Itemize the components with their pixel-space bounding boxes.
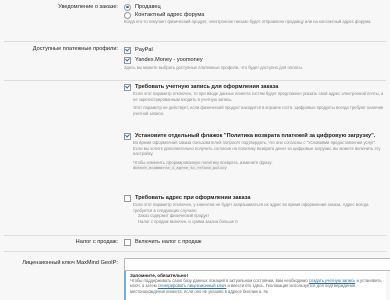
guest-desc-1: Если этот параметр отключен, то при ввод… <box>133 91 384 102</box>
refund-phrase: dbtech_ecommerce_i_agree_to_refund_polic… <box>133 165 227 171</box>
notify-desc: Когда кто-то покупает физический продукт… <box>124 19 372 24</box>
checkbox-paypal[interactable] <box>124 46 131 54</box>
notify-label: Уведомление о заказе: <box>58 4 118 10</box>
checkbox-yandex[interactable] <box>124 56 131 64</box>
checkbox-require-account[interactable] <box>124 83 131 91</box>
checkbox-sales-tax[interactable] <box>124 238 131 246</box>
guest-field: Требовать учетную запись для оформления … <box>124 83 386 116</box>
tax-label: Налог с продаж: <box>75 239 118 245</box>
address-desc: Если этот параметр отключен, у клиентов … <box>133 202 369 213</box>
refund-field: Установите отдельный флажок "Политика во… <box>124 132 386 171</box>
separator <box>4 41 386 42</box>
profile-paypal[interactable]: PayPal <box>124 45 386 55</box>
separator <box>4 251 386 252</box>
separator <box>4 80 386 81</box>
radio-forum[interactable] <box>124 11 131 19</box>
tax-field: Включить налог с продаж <box>124 238 386 246</box>
profiles-desc: Здесь вы можете выбрать доступные платеж… <box>124 65 303 70</box>
refund-desc: Во время оформления заказа пользователей… <box>133 140 381 157</box>
maxmind-notice: Запомните, обязательно! Чтобы поддержива… <box>124 271 386 300</box>
profiles-label: Доступные платежные профили: <box>32 46 118 52</box>
refund-option[interactable]: Установите отдельный флажок "Политика во… <box>124 132 386 140</box>
address-field: Требовать адрес при оформлении заказа Ес… <box>124 194 386 224</box>
checkbox-refund-policy[interactable] <box>124 132 131 140</box>
create-account-link[interactable]: создать учетную запись <box>309 278 355 283</box>
notice-text: Чтобы поддерживать свою базу данных лока… <box>130 278 382 294</box>
tax-option[interactable]: Включить налог с продаж <box>124 238 386 246</box>
notify-option-seller[interactable]: Продавец <box>124 3 386 11</box>
notify-option-forum[interactable]: Контактный адрес форума <box>124 11 386 19</box>
address-case-2: Налог с продаж включен, и сумма заказа б… <box>138 218 238 224</box>
maxmind-label: Лицензионный ключ MaxMind GeoIP: <box>22 260 118 266</box>
guest-option[interactable]: Требовать учетную запись для оформления … <box>124 83 386 91</box>
maxmind-key-input[interactable] <box>124 258 390 271</box>
profiles-field: PayPal Yandex.Money - yoomoney Здесь вы … <box>124 45 386 71</box>
guest-desc-2: Этот параметр не действует, если физичес… <box>133 105 384 116</box>
address-option[interactable]: Требовать адрес при оформлении заказа <box>124 194 386 202</box>
separator <box>4 235 386 236</box>
profile-yandex[interactable]: Yandex.Money - yoomoney <box>124 55 386 65</box>
maxmind-row: Лицензионный ключ MaxMind GeoIP: <box>0 258 390 271</box>
radio-seller[interactable] <box>124 3 131 11</box>
notify-field: Продавец Контактный адрес форума Когда к… <box>124 3 386 25</box>
generate-key-link[interactable]: сгенерировать лицензионный ключ <box>158 283 227 288</box>
checkbox-require-address[interactable] <box>124 194 131 202</box>
